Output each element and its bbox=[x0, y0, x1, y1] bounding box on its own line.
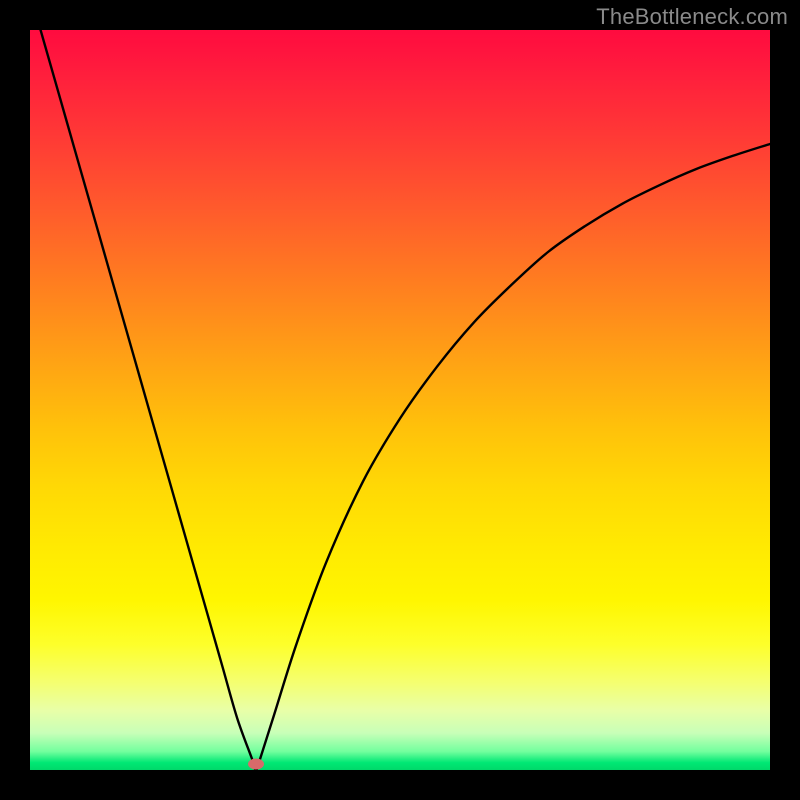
plot-area bbox=[30, 30, 770, 770]
bottleneck-curve bbox=[30, 30, 770, 770]
chart-frame: TheBottleneck.com bbox=[0, 0, 800, 800]
watermark-text: TheBottleneck.com bbox=[596, 4, 788, 30]
minimum-marker-icon bbox=[248, 759, 264, 770]
